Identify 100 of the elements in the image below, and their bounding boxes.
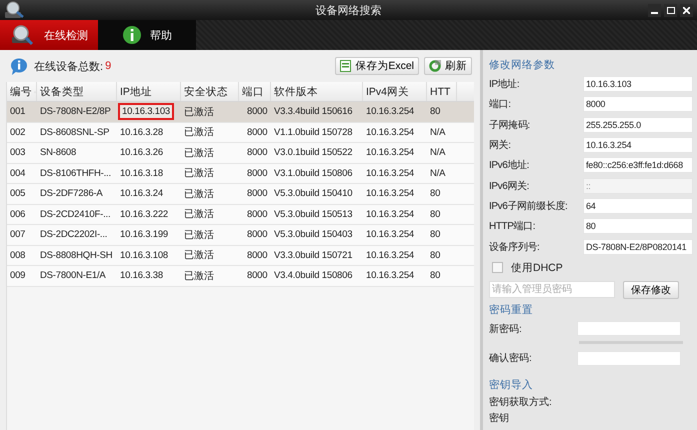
password-field[interactable] [577, 350, 681, 366]
input-field[interactable]: 10.16.3.254 [583, 137, 693, 154]
table-cell: 008 [10, 250, 26, 261]
table-cell: N/A [430, 147, 446, 158]
table-cell: SN-8608 [40, 147, 76, 158]
table-cell: 8000 [247, 126, 268, 138]
input-field[interactable]: DS-7808N-E2/8P0820141 [583, 238, 693, 255]
field-label: 网关: [489, 138, 512, 152]
table-row[interactable]: 008 DS-8808HQH-SH 10.16.3.108 已激活 8000 V3.3.0build 150721 10.16.3.254 80 [7, 246, 474, 266]
table-cell: 80 [430, 270, 440, 282]
table-cell: 10.16.3.26 [120, 147, 163, 158]
table-cell: DS-8608SNL-SP [40, 126, 110, 138]
table-cell: 10.16.3.18 [120, 168, 163, 179]
field-label: 确认密码: [489, 352, 533, 366]
tab[interactable]: 在线检测 [0, 20, 98, 50]
table-cell: 006 [10, 208, 26, 220]
table-cell: 10.16.3.38 [120, 270, 163, 282]
table-cell-text: 已激活 [184, 270, 214, 283]
table-cell: 10.16.3.254 [366, 106, 414, 118]
column-header[interactable]: IPv4网关 [366, 84, 410, 98]
field-label: 子网掩码: [489, 118, 531, 132]
table-cell: 80 [430, 229, 440, 240]
table-cell: 10.16.3.254 [366, 168, 414, 179]
field-label: 密钥获取方式: [489, 396, 552, 410]
input-field[interactable]: 64 [583, 198, 693, 214]
table-cell: V3.0.1build 150522 [274, 147, 352, 158]
maximize-icon [666, 6, 674, 14]
table-cell: 007 [10, 229, 26, 240]
refresh-button[interactable]: 刷新 [424, 57, 472, 75]
tab[interactable]: 帮助 [98, 20, 196, 50]
checkbox[interactable] [492, 262, 503, 274]
field-label: 设备序列号: [489, 240, 540, 254]
column-header[interactable]: 安全状态 [184, 84, 228, 98]
password-field[interactable]: 请输入管理员密码 [489, 281, 615, 298]
table-cell: V5.3.0build 150410 [274, 188, 352, 200]
table-cell-text: 已激活 [184, 126, 214, 140]
table-cell: 10.16.3.254 [366, 229, 414, 240]
close-button[interactable] [680, 4, 693, 16]
input-field[interactable]: fe80::c256:e3ff:fe1d:d668 [583, 157, 693, 174]
table-cell: N/A [430, 168, 446, 179]
table-row[interactable]: 001 DS-7808N-E2/8P 10.16.3.103 已激活 8000 V3.3.4build 150616 10.16.3.254 80 [7, 102, 474, 122]
table-cell: 10.16.3.222 [120, 208, 168, 220]
table-cell: 10.16.3.28 [120, 126, 163, 138]
device-count-label: 在线设备总数: [34, 60, 104, 74]
column-header[interactable]: 设备类型 [40, 84, 84, 98]
table-cell: 003 [10, 147, 26, 158]
table-cell: 009 [10, 270, 26, 282]
input-field[interactable]: 255.255.255.0 [583, 116, 693, 133]
table-cell: DS-2DC2202I-... [40, 229, 108, 240]
table-cell: 8000 [247, 250, 268, 261]
table-cell: 8000 [247, 147, 268, 158]
column-header[interactable]: IP地址 [120, 84, 152, 98]
app-icon [4, 1, 26, 19]
table-row[interactable]: 002 DS-8608SNL-SP 10.16.3.28 已激活 8000 V1.1.0build 150728 10.16.3.254 N/A [7, 122, 474, 143]
minimize-button[interactable] [648, 4, 661, 16]
maximize-button[interactable] [664, 4, 677, 16]
table-cell-text: 已激活 [184, 208, 214, 222]
table-cell: DS-2DF7286-A [40, 188, 103, 200]
field-label: IPv6网关: [489, 180, 530, 193]
table-cell: 80 [430, 106, 440, 118]
table-cell: 8000 [247, 208, 268, 220]
field-label: IPv6子网前缀长度: [489, 200, 568, 213]
spreadsheet-icon [340, 60, 352, 72]
password-field[interactable] [577, 321, 681, 336]
field-label: IPv6地址: [489, 158, 530, 172]
column-header[interactable]: 端口 [242, 84, 264, 98]
table-cell: V5.3.0build 150513 [274, 208, 352, 220]
table-cell: DS-7800N-E1/A [40, 270, 106, 282]
field-label: 密钥 [489, 412, 509, 426]
table-cell-text: 已激活 [184, 106, 214, 119]
table-row[interactable]: 004 DS-8106THFH-... 10.16.3.18 已激活 8000 V3.1.0build 150806 10.16.3.254 N/A [7, 164, 474, 184]
table-row[interactable]: 005 DS-2DF7286-A 10.16.3.24 已激活 8000 V5.3.0build 150410 10.16.3.254 80 [7, 184, 474, 204]
field-label: HTTP端口: [489, 220, 536, 234]
window-title: 设备网络搜索 [316, 4, 382, 18]
table-cell: DS-8808HQH-SH [40, 250, 112, 261]
field-label: 新密码: [489, 322, 523, 336]
column-header[interactable]: 软件版本 [274, 84, 318, 98]
table-cell-text: 已激活 [184, 228, 214, 242]
table-cell: 8000 [247, 229, 268, 240]
device-count: 9 [105, 60, 112, 72]
input-field[interactable]: 80 [583, 218, 693, 234]
save-button[interactable]: 保存修改 [623, 280, 679, 299]
table-row[interactable]: 003 SN-8608 10.16.3.26 已激活 8000 V3.0.1build 150522 10.16.3.254 N/A [7, 143, 474, 164]
table-cell: 8000 [247, 188, 268, 200]
table-cell: 001 [10, 106, 26, 118]
table-cell: V1.1.0build 150728 [274, 126, 352, 138]
table-row[interactable]: 006 DS-2CD2410F-... 10.16.3.222 已激活 8000 V5.3.0build 150513 10.16.3.254 80 [7, 204, 474, 225]
table-cell: 10.16.3.108 [120, 250, 168, 261]
column-header[interactable]: 编号 [10, 84, 32, 98]
column-header[interactable]: HTT [430, 86, 450, 98]
table-cell: V5.3.0build 150403 [274, 229, 352, 240]
table-cell-text: 已激活 [184, 188, 214, 201]
input-field[interactable]: 10.16.3.103 [583, 76, 693, 92]
table-row[interactable]: 009 DS-7800N-E1/A 10.16.3.38 已激活 8000 V3.4.0build 150806 10.16.3.254 80 [7, 266, 474, 286]
input-field[interactable]: 8000 [583, 96, 693, 112]
table-row[interactable]: 007 DS-2DC2202I-... 10.16.3.199 已激活 8000 V5.3.0build 150403 10.16.3.254 80 [7, 225, 474, 246]
refresh-icon [429, 60, 441, 72]
field-label: 端口: [489, 98, 512, 112]
table-cell: V3.1.0build 150806 [274, 168, 352, 179]
export-button[interactable]: 保存为Excel [335, 57, 419, 75]
